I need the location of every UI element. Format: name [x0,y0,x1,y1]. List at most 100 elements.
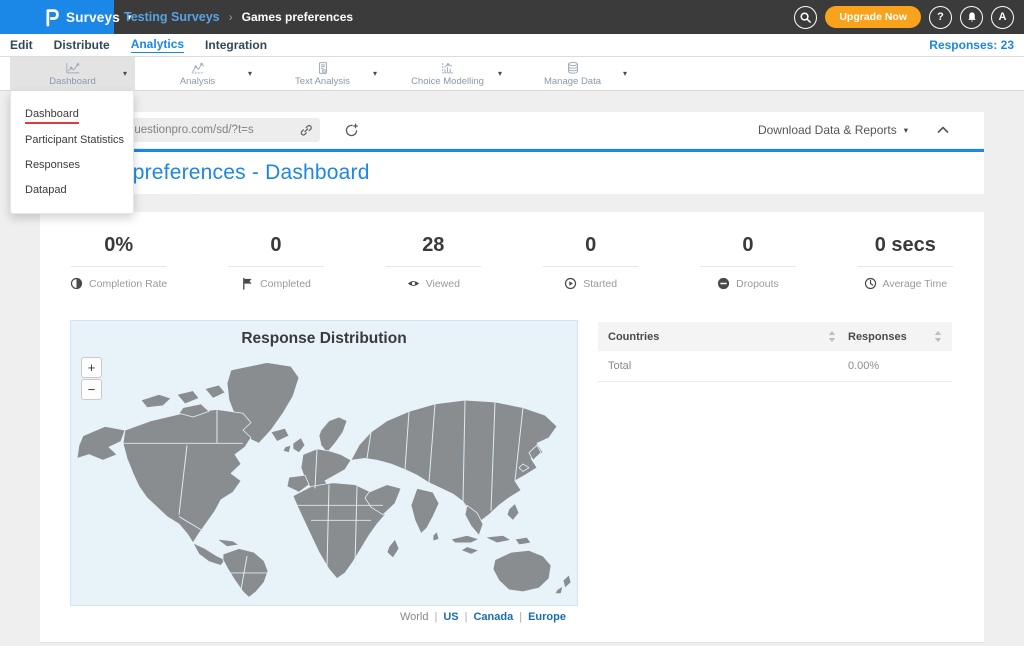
search-button[interactable] [794,6,817,29]
product-name: Surveys [66,10,120,25]
minus-circle-icon [717,277,730,290]
half-circle-icon [70,277,83,290]
divider [543,266,639,267]
toolbar-button-label: Dashboard [49,76,95,87]
toolbar-button-label: Choice Modelling [411,76,484,87]
world-map[interactable] [71,355,579,603]
account-button[interactable]: A [991,6,1014,29]
database-icon [565,61,581,75]
chevron-down-icon[interactable] [248,69,252,78]
add-chart-icon[interactable] [344,123,359,138]
share-bar: Download Data & Reports [40,112,984,149]
divider [71,266,167,267]
menu-item-responses[interactable]: Responses [11,153,133,178]
survey-section-nav: Edit Distribute Analytics Integration Re… [0,34,1024,57]
stat-value: 0 secs [875,234,936,257]
analytics-toolbar: Dashboard Analysis Text Analysis Choice … [0,57,1024,91]
nav-item-edit[interactable]: Edit [10,38,33,52]
dashboard-dropdown-menu: Dashboard Participant Statistics Respons… [10,91,134,214]
stat-label: Started [583,278,617,290]
play-circle-icon [564,277,577,290]
table-header: Countries Responses [598,322,952,351]
top-app-bar: Surveys Testing Surveys Games preference… [0,0,1024,34]
map-link-europe[interactable]: Europe [528,611,566,623]
divider [700,266,796,267]
search-icon [799,11,812,24]
stat-value: 0 [270,234,281,257]
stat-average-time: 0 secs Average Time [827,234,984,290]
breadcrumb: Testing Surveys Games preferences [124,8,353,26]
toolbar-button-label: Text Analysis [295,76,350,87]
upgrade-button[interactable]: Upgrade Now [825,6,921,28]
stat-label: Average Time [883,278,948,290]
toolbar-analysis-button[interactable]: Analysis [135,57,260,91]
menu-item-label: Responses [25,159,80,173]
separator: | [465,611,468,623]
stat-completion-rate: 0% Completion Rate [40,234,197,290]
toolbar-manage-data-button[interactable]: Manage Data [510,57,635,91]
flag-icon [241,277,254,290]
separator: | [519,611,522,623]
stats-row: 0% Completion Rate 0 Completed 28 [40,212,984,290]
stat-value: 0 [742,234,753,257]
map-region-links: World | US | Canada | Europe [70,611,578,623]
chevron-down-icon[interactable] [123,69,127,78]
sort-icon[interactable] [934,331,942,342]
stat-value: 0 [585,234,596,257]
sort-icon[interactable] [828,331,836,342]
menu-item-dashboard[interactable]: Dashboard [11,103,133,128]
chevron-down-icon[interactable] [623,69,627,78]
table-cell-country: Total [608,360,848,372]
map-link-canada[interactable]: Canada [473,611,513,623]
stat-value: 28 [422,234,444,257]
toolbar-dashboard-button[interactable]: Dashboard [10,57,135,91]
nav-item-distribute[interactable]: Distribute [54,38,110,52]
questionpro-dashboard-screen: Surveys Testing Surveys Games preference… [0,0,1024,646]
notifications-button[interactable] [960,6,983,29]
nav-item-integration[interactable]: Integration [205,38,267,52]
stat-viewed: 28 Viewed [355,234,512,290]
clock-icon [864,277,877,290]
stat-label: Completed [260,278,311,290]
map-link-world[interactable]: World [400,611,429,623]
text-document-icon [315,61,331,75]
stat-value: 0% [104,234,133,257]
dashboard-header-card: Download Data & Reports Games preference… [40,112,984,194]
chevron-up-icon[interactable] [936,123,950,137]
countries-table: Countries Responses Total 0.00% [598,322,952,382]
toolbar-button-label: Manage Data [544,76,601,87]
menu-item-datapad[interactable]: Datapad [11,178,133,203]
divider [228,266,324,267]
download-data-reports-label: Download Data & Reports [758,123,897,137]
eye-icon [407,277,420,290]
analysis-chart-icon [190,61,206,75]
menu-item-participant-statistics[interactable]: Participant Statistics [11,128,133,153]
stat-label: Viewed [426,278,460,290]
breadcrumb-folder-link[interactable]: Testing Surveys [124,10,220,24]
map-title: Response Distribution [71,330,577,348]
chevron-down-icon[interactable] [373,69,377,78]
menu-item-label: Datapad [25,184,67,198]
stat-dropouts: 0 Dropouts [669,234,826,290]
chevron-down-icon [904,125,908,136]
line-chart-icon [65,61,81,75]
topbar-actions: Upgrade Now ? A [794,6,1024,29]
map-link-us[interactable]: US [443,611,458,623]
stat-started: 0 Started [512,234,669,290]
bell-icon [966,11,978,24]
questionpro-logo-icon [44,7,59,27]
link-icon[interactable] [299,123,313,137]
chevron-down-icon[interactable] [498,69,502,78]
help-button[interactable]: ? [929,6,952,29]
download-data-reports-menu[interactable]: Download Data & Reports [758,123,908,137]
separator: | [434,611,437,623]
toolbar-text-analysis-button[interactable]: Text Analysis [260,57,385,91]
column-header-responses: Responses [848,331,907,343]
choice-chart-icon [440,61,456,75]
toolbar-choice-modelling-button[interactable]: Choice Modelling [385,57,510,91]
product-switcher[interactable]: Surveys [0,0,114,34]
nav-item-analytics[interactable]: Analytics [131,37,184,53]
table-cell-responses: 0.00% [848,360,942,372]
responses-count[interactable]: Responses: 23 [929,38,1014,52]
breadcrumb-separator [229,8,233,26]
